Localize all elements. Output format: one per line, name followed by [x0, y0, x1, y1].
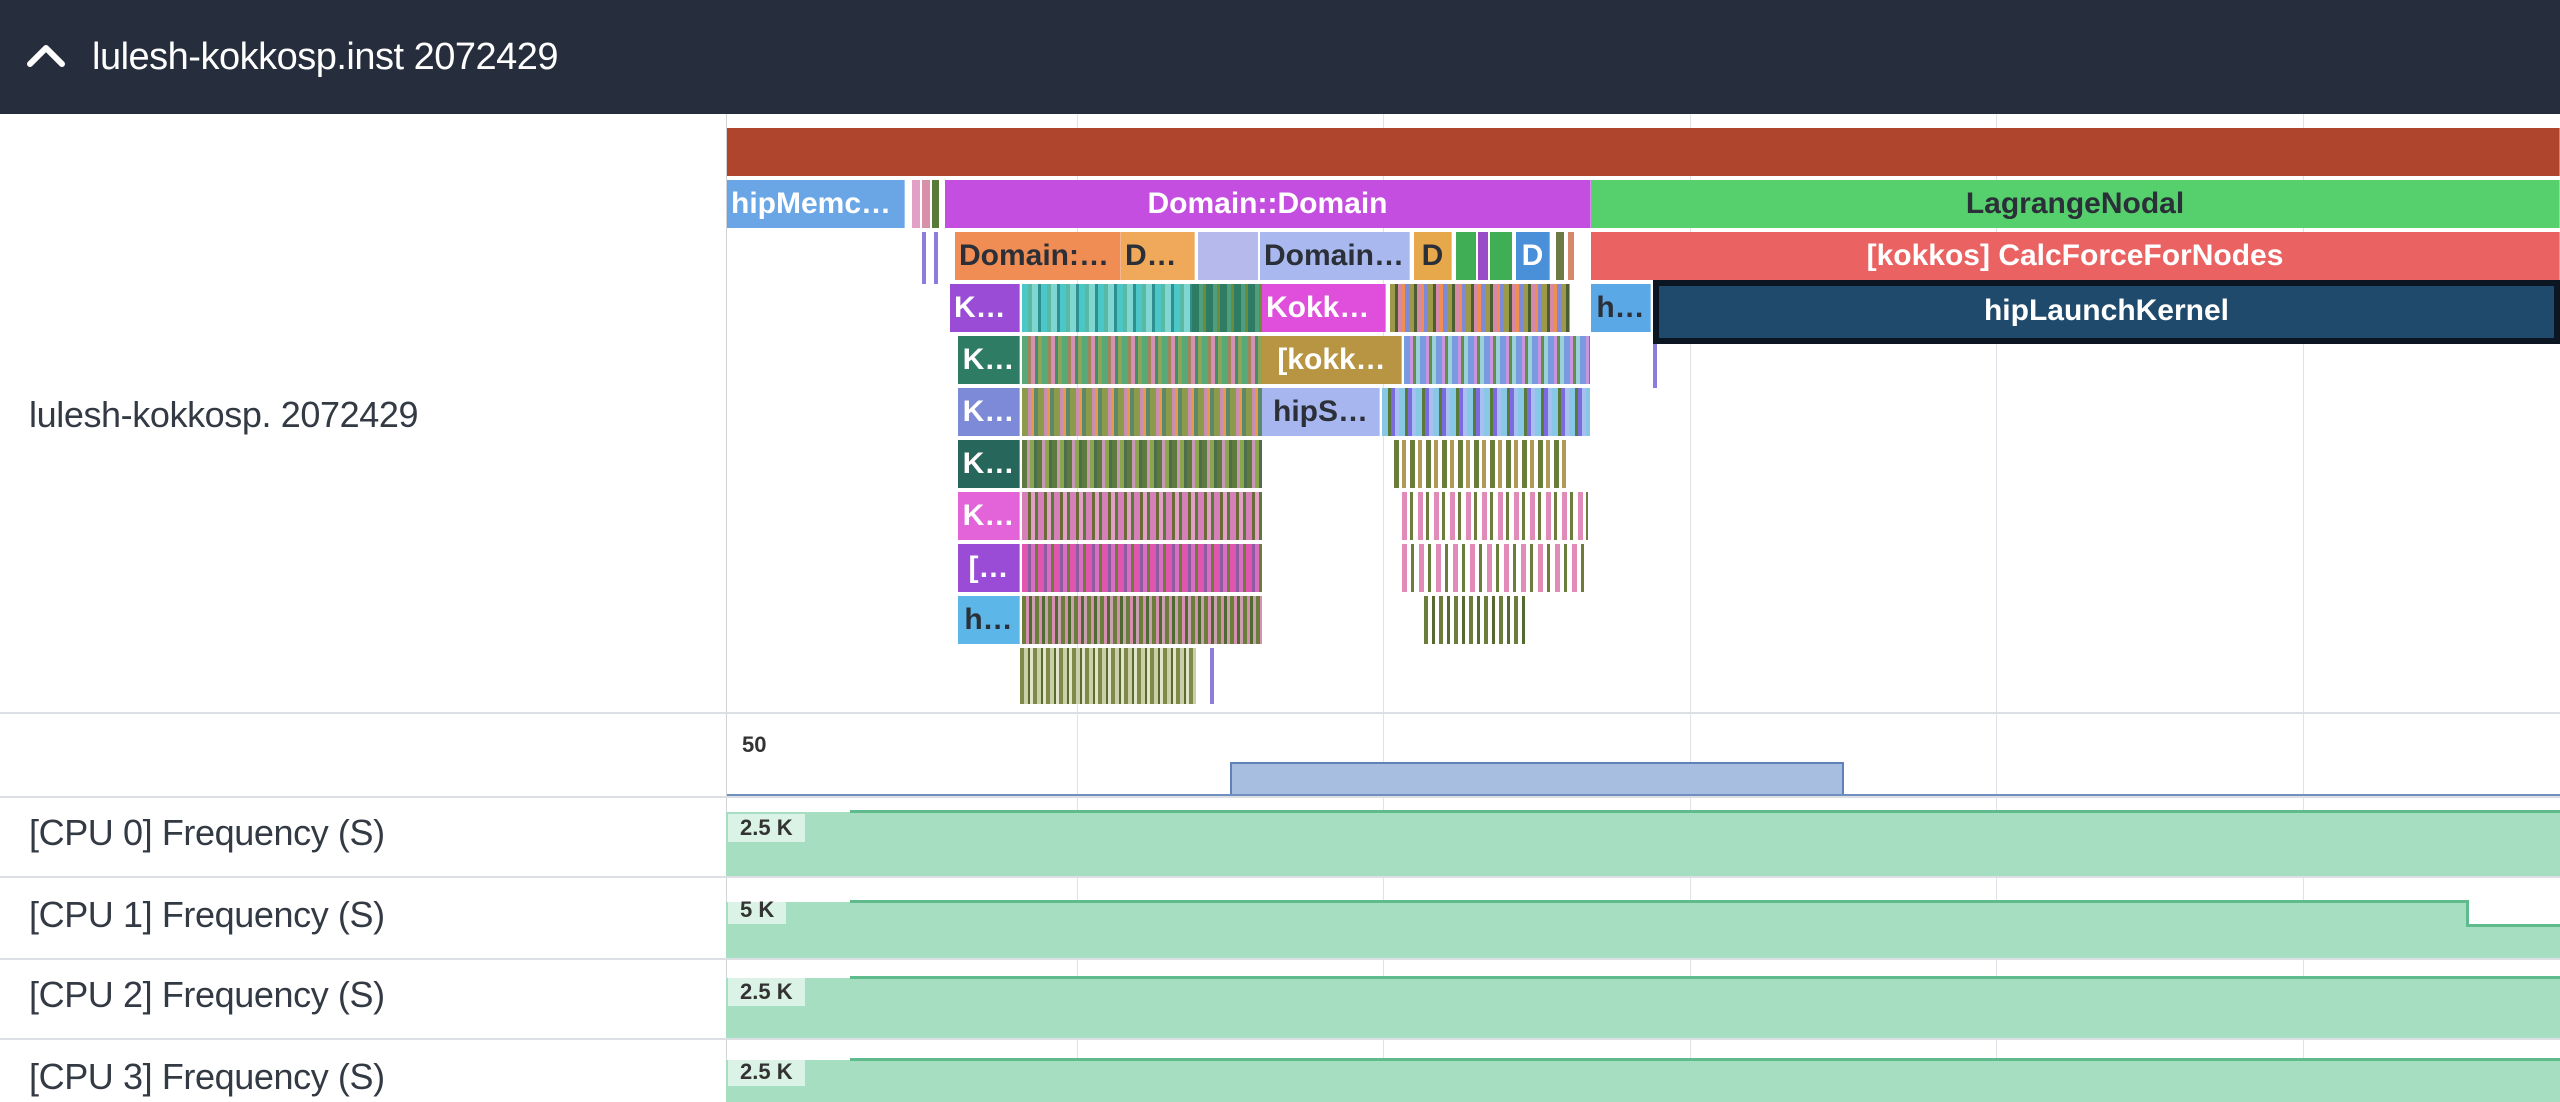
- track-separator: [0, 876, 2560, 878]
- slice-marker[interactable]: [1653, 344, 1657, 388]
- slice-k2[interactable]: K…: [958, 388, 1020, 436]
- slice-cluster[interactable]: [1402, 492, 1588, 540]
- process-track-label[interactable]: lulesh-kokkosp. 2072429: [29, 394, 418, 436]
- cpu-freq-line: [850, 810, 2560, 813]
- cpu-freq-line: [850, 900, 2468, 903]
- counter-bar[interactable]: [1230, 762, 1844, 794]
- slice-cluster[interactable]: [1382, 388, 1590, 436]
- track-label-pane: [0, 114, 727, 1102]
- track-separator: [0, 712, 2560, 714]
- slice-marker[interactable]: [1456, 232, 1476, 280]
- slice-cluster[interactable]: [1020, 648, 1196, 704]
- slice-marker[interactable]: [934, 232, 938, 284]
- slice-domain-c[interactable]: Domain::…: [1260, 232, 1410, 280]
- slice-h-short[interactable]: h…: [1591, 284, 1651, 332]
- cpu-freq-fill: [726, 902, 2560, 958]
- slice-domain-domain[interactable]: Domain::Domain: [945, 180, 1591, 228]
- cpu-freq-fill: [726, 1060, 2560, 1102]
- slice-marker[interactable]: [1478, 232, 1488, 280]
- slice-marker[interactable]: [932, 180, 939, 228]
- slice-marker[interactable]: [912, 180, 920, 228]
- slice-cluster[interactable]: [1022, 284, 1192, 332]
- slice-marker[interactable]: [1210, 648, 1214, 704]
- cpu-freq-value: 2.5 K: [728, 814, 805, 842]
- slice-marker[interactable]: [922, 232, 926, 284]
- cpu-freq-fill: [726, 812, 2560, 876]
- cpu-freq-value: 2.5 K: [728, 1058, 805, 1086]
- track-separator: [0, 958, 2560, 960]
- cpu-freq-value: 2.5 K: [728, 978, 805, 1006]
- slice-ko[interactable]: Ko…: [950, 284, 1020, 332]
- slice-hipmemcpy[interactable]: hipMemcp…: [727, 180, 905, 228]
- slice-cluster[interactable]: [1192, 284, 1262, 332]
- slice-d2[interactable]: D: [1516, 232, 1550, 280]
- slice-marker[interactable]: [922, 180, 930, 228]
- counter-max-label: 50: [742, 732, 767, 757]
- slice-cluster[interactable]: [1022, 492, 1262, 540]
- slice-domain-b[interactable]: Do…: [1121, 232, 1195, 280]
- slice-k4[interactable]: K…: [958, 492, 1020, 540]
- slice-h2[interactable]: h…: [958, 596, 1020, 644]
- track-separator: [0, 1038, 2560, 1040]
- slice-kokko[interactable]: Kokko…: [1262, 284, 1386, 332]
- root-slice[interactable]: [727, 128, 2560, 176]
- slice-cluster[interactable]: [1022, 544, 1262, 592]
- cpu-freq-fill: [726, 978, 2560, 1038]
- cpu-freq-step: [2466, 900, 2469, 926]
- chevron-up-icon[interactable]: [26, 40, 66, 70]
- slice-cluster[interactable]: [1022, 388, 1262, 436]
- cpu-freq-value: 5 K: [728, 896, 787, 924]
- slice-cluster[interactable]: [1402, 544, 1588, 592]
- slice-hip-launch-kernel[interactable]: hipLaunchKernel: [1653, 280, 2560, 344]
- slice-d1[interactable]: D: [1414, 232, 1452, 280]
- cpu-freq-drop: [2466, 902, 2560, 926]
- cpu-track-label[interactable]: [CPU 1] Frequency (S): [29, 894, 385, 936]
- slice-cluster[interactable]: [1394, 440, 1568, 488]
- slice-cluster[interactable]: [1404, 336, 1590, 384]
- slice-cluster[interactable]: [1022, 596, 1262, 644]
- slice-cluster[interactable]: [1022, 336, 1262, 384]
- slice-cluster[interactable]: [1390, 284, 1570, 332]
- slice-domain-a[interactable]: Domain::…: [955, 232, 1121, 280]
- cpu-freq-line: [850, 976, 2560, 979]
- slice-k1[interactable]: K…: [958, 336, 1020, 384]
- slice-marker[interactable]: [1556, 232, 1564, 280]
- slice-k3[interactable]: K…: [958, 440, 1020, 488]
- slice-hips[interactable]: hipS…: [1262, 388, 1380, 436]
- slice-lagrange-nodal[interactable]: LagrangeNodal: [1591, 180, 2560, 228]
- slice-marker[interactable]: [1490, 232, 1512, 280]
- slice-cluster[interactable]: [1022, 440, 1262, 488]
- cpu-freq-line: [2466, 924, 2560, 927]
- slice-cluster[interactable]: [1424, 596, 1528, 644]
- slice-bracket[interactable]: […: [958, 544, 1020, 592]
- cpu-track-label[interactable]: [CPU 0] Frequency (S): [29, 812, 385, 854]
- cpu-track-label[interactable]: [CPU 3] Frequency (S): [29, 1056, 385, 1098]
- process-title: lulesh-kokkosp.inst 2072429: [92, 36, 559, 78]
- slice-cluster[interactable]: [1198, 232, 1258, 280]
- track-separator: [0, 796, 2560, 798]
- process-header[interactable]: lulesh-kokkosp.inst 2072429: [0, 0, 2560, 114]
- slice-calc-force[interactable]: [kokkos] CalcForceForNodes: [1591, 232, 2560, 280]
- cpu-freq-line: [850, 1058, 2560, 1061]
- cpu-track-label[interactable]: [CPU 2] Frequency (S): [29, 974, 385, 1016]
- slice-marker[interactable]: [1568, 232, 1574, 280]
- slice-kokk-bracket[interactable]: [kokk…: [1262, 336, 1402, 384]
